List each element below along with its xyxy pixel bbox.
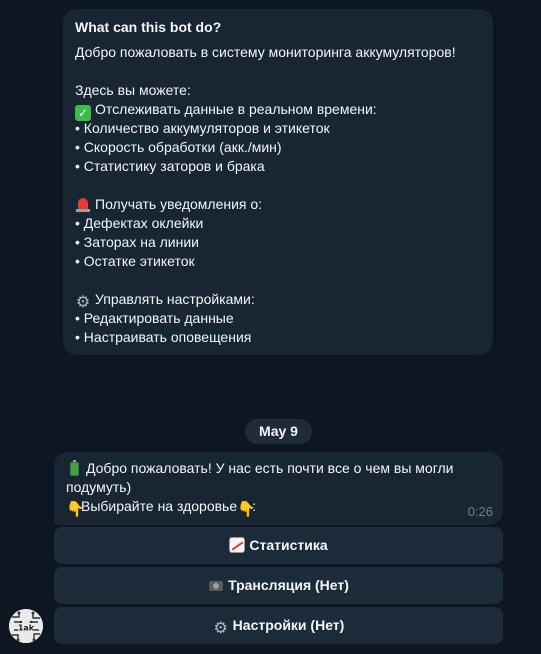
pointing-down-hand-icon: 👇 xyxy=(66,501,85,518)
message-timestamp: 0:26 xyxy=(467,504,493,519)
settings-button-label: Настройки (Нет) xyxy=(232,617,345,633)
stream-button[interactable]: Трансляция (Нет) xyxy=(54,567,503,604)
circuit-pattern-icon: 1ak xyxy=(9,609,43,643)
notify-header-text: Получать уведомления о: xyxy=(95,196,263,212)
bot-message-bubble: Добро пожаловать! У нас есть почти все о… xyxy=(54,452,503,525)
manage-header: ⚙ Управлять настройками: xyxy=(75,290,481,311)
track-item: • Статистику заторов и брака xyxy=(75,158,265,174)
pointing-down-hand-icon: 👇 xyxy=(237,501,256,518)
notify-header: Получать уведомления о: xyxy=(75,195,481,214)
avatar-text: 1ak xyxy=(18,624,35,633)
stream-button-label: Трансляция (Нет) xyxy=(228,577,349,593)
message-line-2: подумуть) xyxy=(66,479,132,495)
statistics-button-label: Статистика xyxy=(249,537,328,553)
welcome-text: Добро пожаловать в систему мониторинга а… xyxy=(75,44,456,60)
gear-icon: ⚙ xyxy=(213,620,228,637)
notify-item: • Дефектах оклейки xyxy=(75,215,204,231)
message-line-1: Добро пожаловать! У нас есть почти все о… xyxy=(66,459,491,478)
battery-icon xyxy=(66,460,82,476)
check-mark-icon: ✓ xyxy=(75,105,91,121)
film-camera-icon xyxy=(208,577,224,593)
chart-increasing-icon xyxy=(229,537,246,553)
track-item: • Количество аккумуляторов и этикеток xyxy=(75,120,330,136)
notify-item: • Заторах на линии xyxy=(75,234,199,250)
bot-description-title: What can this bot do? xyxy=(75,19,222,35)
siren-icon xyxy=(75,196,91,212)
statistics-button[interactable]: Статистика xyxy=(54,527,503,564)
bot-avatar[interactable]: 1ak xyxy=(9,609,43,643)
bot-description-card: What can this bot do? Добро пожаловать в… xyxy=(63,9,493,355)
here-you-can-text: Здесь вы можете: xyxy=(75,82,191,98)
settings-button[interactable]: ⚙ Настройки (Нет) xyxy=(54,607,503,644)
message-line-3-text: Выбирайте на здоровье xyxy=(81,498,238,514)
message-line-1-text: Добро пожаловать! У нас есть почти все о… xyxy=(86,460,454,476)
manage-item: • Редактировать данные xyxy=(75,310,234,326)
notify-item: • Остатке этикеток xyxy=(75,253,195,269)
message-line-3: 👇Выбирайте на здоровье👇: xyxy=(66,497,491,518)
gear-icon: ⚙ xyxy=(75,294,91,311)
manage-item: • Настраивать оповещения xyxy=(75,329,252,345)
track-item: • Скорость обработки (акк./мин) xyxy=(75,139,282,155)
date-separator: May 9 xyxy=(245,419,312,444)
track-header: ✓ Отслеживать данные в реальном времени: xyxy=(75,100,481,121)
track-header-text: Отслеживать данные в реальном времени: xyxy=(95,101,377,117)
manage-header-text: Управлять настройками: xyxy=(95,291,255,307)
